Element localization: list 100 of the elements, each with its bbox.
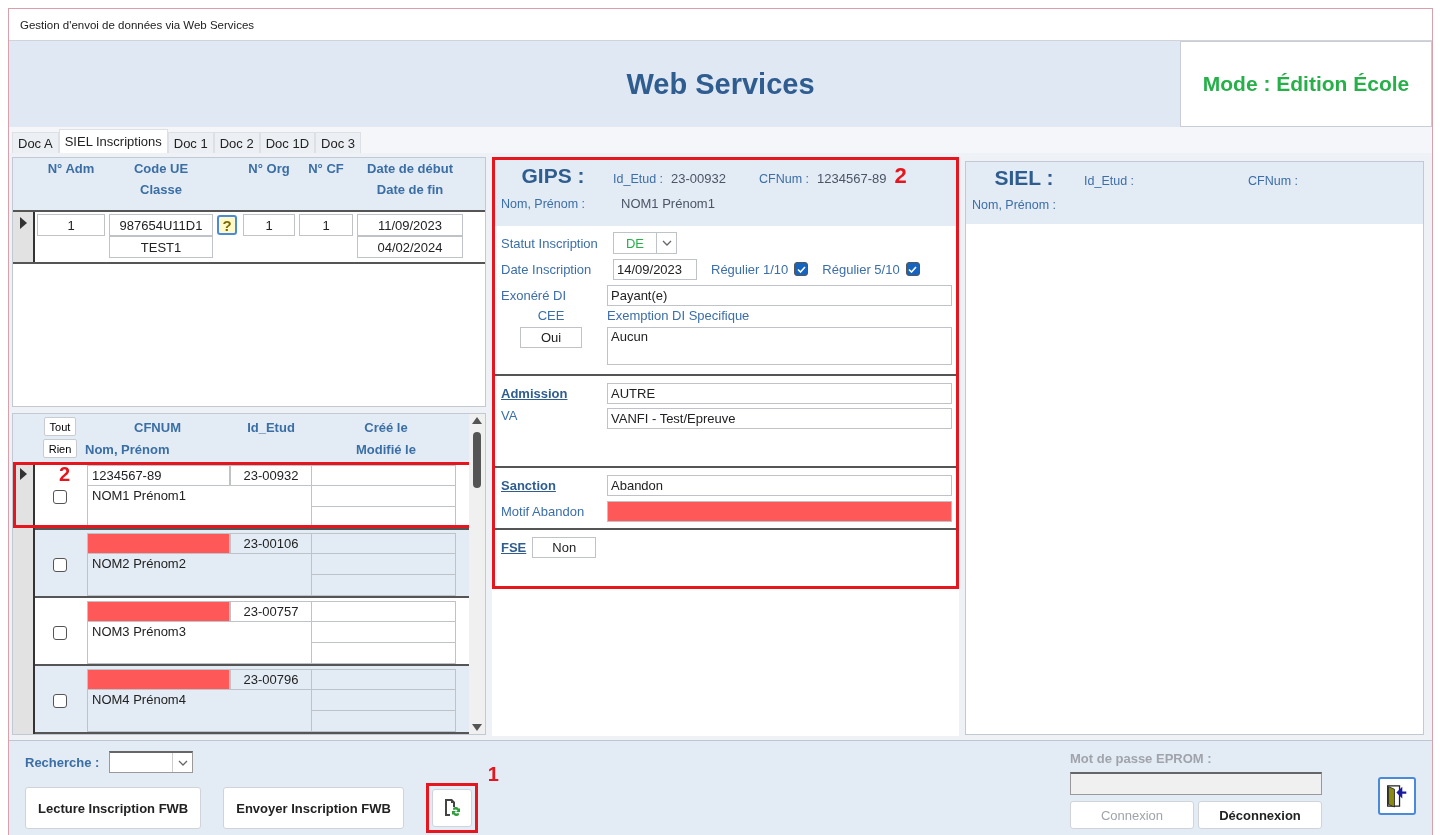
window-title: Gestion d'envoi de données via Web Services	[20, 18, 255, 31]
chevron-down-icon	[177, 759, 188, 766]
row-selector[interactable]	[13, 666, 35, 734]
field-value: 1234567-89	[817, 171, 887, 186]
field-label: Nom, Prénom :	[501, 197, 587, 211]
table-cell: 23-00796	[230, 669, 312, 690]
exit-button[interactable]	[1378, 777, 1416, 815]
password-label: Mot de passe EPROM :	[1070, 751, 1213, 766]
checkbox[interactable]	[53, 489, 67, 504]
panel-title: SIEL :	[993, 166, 1055, 190]
row-pointer-icon	[19, 468, 27, 480]
row-selector[interactable]	[13, 212, 35, 262]
select-none-button[interactable]: Rien	[42, 439, 78, 458]
table-cell: 987654U11D1	[109, 214, 213, 236]
chevron-down-icon	[661, 240, 672, 246]
refresh-document-icon	[442, 798, 461, 818]
disconnect-button[interactable]: Déconnexion	[1198, 801, 1322, 829]
refresh-button[interactable]	[431, 789, 472, 827]
text-field[interactable]: AUTRE	[607, 382, 952, 404]
page-title: Web Services	[625, 66, 816, 102]
table-cell: 23-00932	[230, 465, 312, 486]
field-label: CFNum :	[759, 172, 810, 186]
table-cell: 23-00106	[230, 533, 312, 554]
field-value: NOM1 Prénom1	[621, 196, 715, 211]
exit-door-icon	[1386, 782, 1408, 810]
table-cell: NOM4 Prénom4	[87, 690, 312, 732]
tab[interactable]: Doc 1D	[259, 132, 316, 153]
row-pointer-icon	[19, 217, 27, 229]
column-header: N° CF	[308, 161, 344, 176]
checkbox[interactable]	[905, 262, 920, 276]
value-field[interactable]: Oui	[520, 327, 582, 348]
field-label: Exemption DI Specifique	[607, 308, 751, 323]
field-label: CFNum :	[1248, 174, 1298, 188]
tab[interactable]: Doc A	[12, 132, 59, 153]
text-field[interactable]: VANFI - Test/Epreuve	[607, 408, 952, 429]
table-cell: NOM3 Prénom3	[87, 622, 312, 664]
date-field[interactable]: 14/09/2023	[613, 258, 697, 280]
scroll-down-icon[interactable]	[472, 724, 482, 731]
column-header: Date de fin	[376, 182, 444, 197]
missing-value-field[interactable]	[607, 500, 952, 522]
callout-number: 2	[894, 166, 907, 186]
admission-link[interactable]: Admission	[501, 385, 601, 401]
field-label: Motif Abandon	[501, 503, 586, 519]
search-label: Recherche :	[25, 754, 100, 770]
table-cell: 1	[37, 214, 105, 236]
checkbox-label: Régulier 5/10	[822, 261, 900, 277]
field-value: 23-00932	[671, 171, 727, 186]
mode-indicator: Mode : Édition École	[1180, 41, 1432, 127]
table-cell: TEST1	[109, 236, 213, 258]
search-dropdown[interactable]	[109, 751, 194, 773]
text-area[interactable]: Aucun	[607, 327, 952, 365]
text-field[interactable]: Payant(e)	[607, 284, 952, 306]
text-field[interactable]: Abandon	[607, 474, 952, 496]
table-cell: 11/09/2023	[357, 214, 463, 236]
callout-number: 2	[59, 464, 71, 484]
select-all-button[interactable]: Tout	[43, 417, 77, 436]
action-button[interactable]: Lecture Inscription FWB	[25, 787, 202, 829]
value-field[interactable]: Non	[532, 536, 597, 558]
scroll-up-icon[interactable]	[472, 417, 482, 424]
table-cell: 1	[243, 214, 295, 236]
check-icon	[796, 265, 806, 273]
checkbox[interactable]	[53, 625, 67, 640]
checkbox[interactable]	[53, 693, 67, 708]
table-cell: 1234567-89	[87, 465, 230, 486]
table-cell: NOM2 Prénom2	[87, 554, 312, 596]
column-header: Id_Etud	[247, 419, 295, 435]
panel-title: GIPS :	[520, 164, 586, 188]
row-selector[interactable]	[13, 530, 35, 598]
column-header: Code UE	[133, 161, 189, 176]
field-label: Exonéré DI	[501, 287, 568, 303]
column-header: Modifié le	[356, 441, 416, 457]
field-label: Date Inscription	[501, 261, 593, 277]
table-cell: 23-00757	[230, 601, 312, 622]
scroll-thumb[interactable]	[473, 432, 481, 488]
tab[interactable]: SIEL Inscriptions	[58, 129, 168, 153]
column-header: N° Org	[248, 161, 290, 176]
checkbox[interactable]	[53, 557, 67, 572]
fse-link[interactable]: FSE	[501, 539, 527, 555]
callout-number: 1	[487, 764, 499, 784]
field-label: Statut Inscription	[501, 235, 599, 251]
checkbox[interactable]	[794, 262, 809, 276]
column-header: Créé le	[364, 419, 408, 435]
check-icon	[908, 265, 918, 273]
field-label: Nom, Prénom :	[972, 198, 1057, 212]
scrollbar[interactable]	[469, 414, 485, 734]
table-cell: NOM1 Prénom1	[87, 486, 312, 528]
tab[interactable]: Doc 1	[167, 132, 214, 153]
checkbox-label: Régulier 1/10	[711, 261, 789, 277]
field-label: Id_Etud :	[613, 172, 664, 186]
column-header: N° Adm	[47, 161, 95, 176]
tab[interactable]: Doc 2	[213, 132, 260, 153]
action-button[interactable]: Envoyer Inscription FWB	[223, 787, 404, 829]
table-cell: 04/02/2024	[357, 236, 463, 258]
field-label: Id_Etud :	[1084, 174, 1136, 188]
field-label: VA	[501, 408, 519, 423]
column-header: Nom, Prénom	[85, 441, 170, 457]
sanction-link[interactable]: Sanction	[501, 477, 601, 493]
help-button[interactable]: ?	[217, 215, 237, 235]
tab[interactable]: Doc 3	[315, 132, 361, 153]
column-header: Classe	[140, 182, 182, 197]
